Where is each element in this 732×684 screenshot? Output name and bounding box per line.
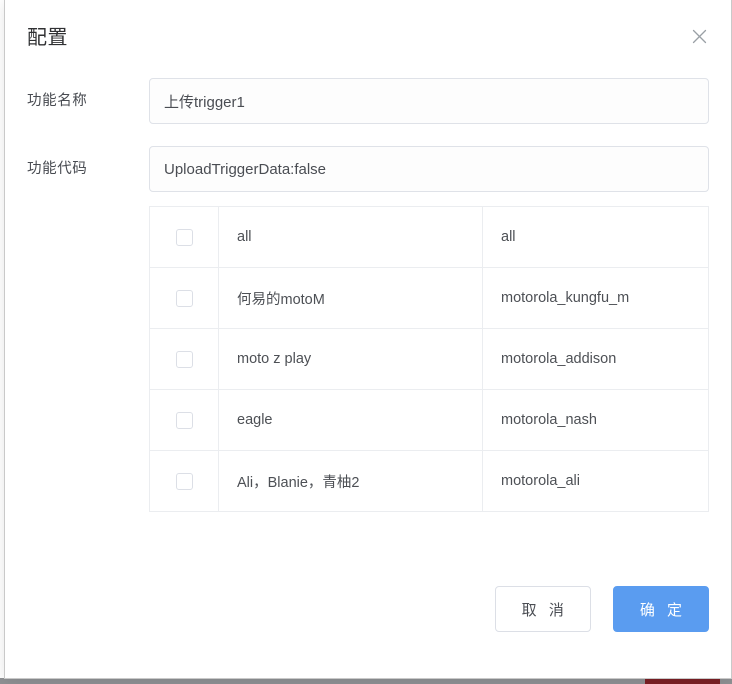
page-root: 配置 功能名称 功能代码	[0, 0, 732, 684]
row-checkbox[interactable]	[175, 472, 193, 490]
function-code-input[interactable]	[149, 146, 709, 192]
cancel-button[interactable]: 取 消	[494, 586, 591, 632]
table-row[interactable]: Ali，Blanie，青柚2 motorola_ali	[149, 450, 709, 512]
device-table-wrapper: all all 何易的motoM motorola_kungfu_m moto …	[149, 206, 709, 512]
table-cell-code: motorola_addison	[482, 328, 709, 390]
configuration-dialog: 配置 功能名称 功能代码	[4, 0, 732, 679]
table-cell-code: all	[482, 206, 709, 268]
row-checkbox[interactable]	[175, 289, 193, 307]
table-cell-name: moto z play	[218, 328, 483, 390]
dialog-title: 配置	[27, 27, 68, 49]
table-cell-name: eagle	[218, 389, 483, 451]
table-row[interactable]: eagle motorola_nash	[149, 389, 709, 451]
row-checkbox[interactable]	[175, 228, 193, 246]
table-cell-checkbox	[149, 267, 219, 329]
table-cell-code: motorola_kungfu_m	[482, 267, 709, 329]
table-cell-code: motorola_ali	[482, 450, 709, 512]
dialog-header: 配置	[5, 0, 731, 78]
table-row[interactable]: moto z play motorola_addison	[149, 328, 709, 390]
function-name-input[interactable]	[149, 78, 709, 124]
table-row[interactable]: all all	[149, 206, 709, 268]
table-cell-code: motorola_nash	[482, 389, 709, 451]
function-name-control	[149, 78, 709, 124]
table-cell-name: all	[218, 206, 483, 268]
device-table-body: all all 何易的motoM motorola_kungfu_m moto …	[149, 206, 709, 512]
function-code-label: 功能代码	[27, 161, 88, 177]
function-code-control	[149, 146, 709, 192]
close-icon[interactable]	[685, 22, 713, 50]
table-cell-checkbox	[149, 328, 219, 390]
function-name-label: 功能名称	[27, 93, 88, 109]
row-checkbox[interactable]	[175, 411, 193, 429]
form-row-function-code: 功能代码	[27, 146, 709, 192]
dialog-footer: 取 消 确 定	[494, 586, 709, 632]
table-cell-name: 何易的motoM	[218, 267, 483, 329]
table-cell-name: Ali，Blanie，青柚2	[218, 450, 483, 512]
table-row[interactable]: 何易的motoM motorola_kungfu_m	[149, 267, 709, 329]
table-cell-checkbox	[149, 450, 219, 512]
confirm-button[interactable]: 确 定	[612, 586, 709, 632]
table-cell-checkbox	[149, 206, 219, 268]
device-table: all all 何易的motoM motorola_kungfu_m moto …	[149, 206, 709, 512]
row-checkbox[interactable]	[175, 350, 193, 368]
form-row-function-name: 功能名称	[27, 78, 709, 124]
dialog-body: 功能名称 功能代码	[5, 78, 731, 512]
table-cell-checkbox	[149, 389, 219, 451]
